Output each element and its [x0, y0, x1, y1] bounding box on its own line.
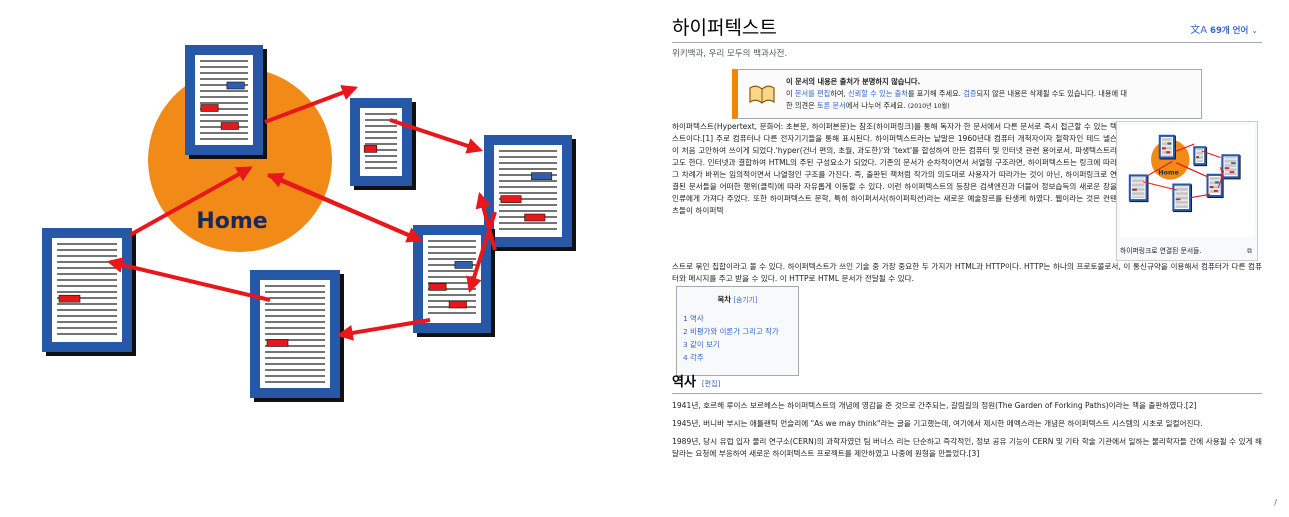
- lead-paragraph: 하이퍼텍스트(Hypertext, 문화어: 초본문, 하이퍼본문)는 참조(하…: [672, 122, 1117, 215]
- toc-title: 목차: [717, 295, 732, 304]
- language-button[interactable]: 文A 69개 언어 ⌄: [1190, 24, 1258, 39]
- site-tagline: 위키백과, 우리 모두의 백과사전.: [672, 49, 788, 59]
- notice-text: 를 표기해 주세요.: [907, 89, 964, 98]
- hyperlink-marker: [1209, 186, 1214, 188]
- history-paragraph: 1989년, 당시 유럽 입자 물리 연구소(CERN)의 과학자였던 팀 버너…: [672, 437, 1262, 458]
- hyperlink-marker: [266, 339, 289, 347]
- edit-link[interactable]: 문서를 편집: [795, 89, 830, 98]
- corner-mark: /: [1274, 498, 1277, 507]
- wikipedia-article: 하이퍼텍스트 文A 69개 언어 ⌄ 위키백과, 우리 모두의 백과사전. 이 …: [672, 16, 1262, 511]
- notice-text: 에서 나누어 주세요.: [845, 101, 906, 110]
- notice-text: 한 의견은: [786, 101, 818, 110]
- translate-icon: 文A: [1190, 25, 1208, 36]
- hyperlink-marker: [428, 283, 447, 291]
- hyperlink-marker: [500, 195, 522, 203]
- hyperlink-marker: [1167, 142, 1172, 145]
- chevron-down-icon: ⌄: [1251, 26, 1258, 35]
- hyperlink-marker: [1175, 198, 1181, 201]
- toc-item[interactable]: 1 역사: [683, 312, 792, 325]
- home-label: Home: [196, 209, 267, 234]
- notice-box: 이 문서의 내용은 출처가 분명하지 않습니다. 이 문서를 편집하여, 신뢰할…: [732, 69, 1202, 119]
- book-icon: [749, 85, 775, 104]
- hyperlink-marker: [454, 261, 473, 269]
- hyperlink-marker: [448, 300, 467, 309]
- infobox-image[interactable]: Home: [1120, 125, 1254, 237]
- section-title: 역사: [672, 375, 696, 390]
- edit-bracket: ]: [717, 380, 721, 388]
- toc-item[interactable]: 4 각주: [683, 351, 792, 364]
- reliable-source-link[interactable]: 신뢰할 수 있는 출처: [848, 89, 908, 98]
- hyperlink-marker: [1132, 188, 1137, 191]
- hyperlink-marker: [220, 122, 239, 130]
- hyperlink-marker: [200, 104, 219, 112]
- talk-page-link[interactable]: 토론 문서: [817, 101, 846, 110]
- hyperlink-marker: [524, 213, 546, 222]
- hyperlink-marker: [1215, 181, 1219, 184]
- hyperlink-marker: [58, 294, 81, 303]
- section-edit: [편집]: [702, 377, 720, 392]
- hyperlink-marker: [226, 81, 245, 90]
- hyperlink-marker: [363, 145, 378, 153]
- hyperlink-marker: [1166, 151, 1170, 154]
- section-edit-link[interactable]: 편집: [705, 380, 718, 388]
- infobox-caption: 하이퍼링크로 연결된 문서들. ⧉: [1120, 246, 1254, 256]
- infobox-home-label: Home: [1158, 168, 1179, 176]
- hyperlink-marker: [1224, 167, 1230, 169]
- hyperlink-marker: [1161, 147, 1166, 150]
- notice-date: (2010년 10월): [907, 103, 950, 110]
- hyperlink-marker: [1229, 171, 1235, 173]
- hyperlink-marker: [531, 172, 553, 180]
- hyperlink-marker: [1196, 156, 1199, 159]
- verification-link[interactable]: 검증: [963, 89, 976, 98]
- table-of-contents: 목차 [숨기기] 1 역사 2 비평가와 이론가 그리고 작가 3 같이 보기 …: [676, 286, 799, 376]
- infobox: Home 하이퍼링크로 연결된 문서들. ⧉: [1116, 121, 1258, 261]
- infobox-caption-text: 하이퍼링크로 연결된 문서들.: [1120, 246, 1202, 255]
- hypertext-illustration: Home: [42, 45, 576, 402]
- article-header: 하이퍼텍스트 文A 69개 언어 ⌄: [672, 16, 1262, 43]
- notice-text: 되지 않은 내용은 삭제될 수도 있습니다. 내용에 대: [976, 89, 1128, 98]
- history-section: 역사 [편집] 1941년, 호르헤 루이스 보르헤스는 하이퍼텍스트의 개념에…: [672, 375, 1262, 460]
- language-button-label: 69개 언어: [1210, 26, 1249, 36]
- toc-item[interactable]: 3 같이 보기: [683, 338, 792, 351]
- enlarge-icon[interactable]: ⧉: [1247, 246, 1252, 256]
- notice-text: 이: [786, 89, 795, 98]
- hyperlink-marker: [1213, 190, 1218, 192]
- hyperlink-marker: [1231, 162, 1236, 164]
- notice-text: 하여,: [830, 89, 849, 98]
- history-paragraph: 1941년, 호르헤 루이스 보르헤스는 하이퍼텍스트의 개념에 영감을 준 것…: [672, 401, 1197, 410]
- toc-toggle-button[interactable]: [숨기기]: [733, 296, 757, 304]
- history-paragraph: 1945년, 버니바 부시는 애틀랜틱 먼슬리에 "As we may thin…: [672, 419, 1203, 428]
- page-title: 하이퍼텍스트: [672, 17, 777, 39]
- toc-item[interactable]: 2 비평가와 이론가 그리고 작가: [683, 325, 792, 338]
- lead-paragraph-end: 스트로 묶인 집합이라고 볼 수 있다. 하이퍼텍스트가 쓰인 기술 중 가장 …: [672, 262, 1262, 283]
- notice-title: 이 문서의 내용은 출처가 분명하지 않습니다.: [786, 77, 921, 86]
- section-heading: 역사 [편집]: [672, 375, 1262, 394]
